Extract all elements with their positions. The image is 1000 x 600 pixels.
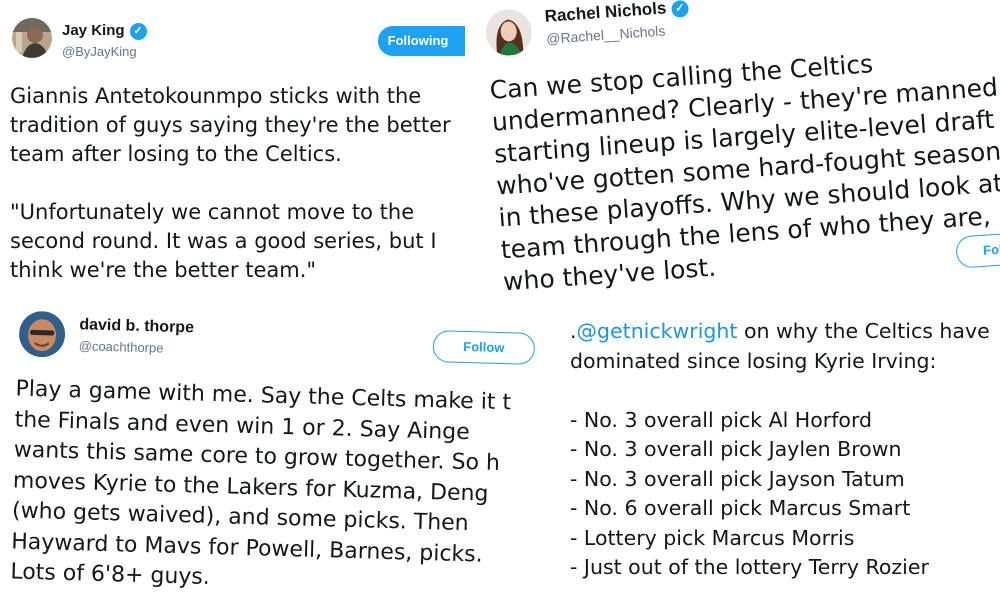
avatar-image (484, 7, 534, 57)
verified-badge-icon: ✓ (129, 23, 147, 40)
tweet-text: Can we stop calling the Celtics underman… (489, 38, 1000, 299)
tweet-jay-king: Jay King ✓ @ByJayKing Following Giannis A… (0, 0, 465, 300)
tweet-text: Giannis Antetokounmpo sticks with the tr… (10, 82, 451, 285)
tweet-line: Giannis Antetokounmpo sticks with the (10, 84, 422, 108)
tweet-line: "Unfortunately we cannot move to the (10, 200, 415, 224)
pick-line: - No. 3 overall pick Jaylen Brown (570, 437, 902, 461)
avatar[interactable] (12, 18, 52, 58)
pick-line: - No. 3 overall pick Jayson Tatum (570, 466, 905, 491)
tweet-line: tradition of guys saying they're the bet… (10, 113, 451, 137)
display-name[interactable]: Rachel Nichols ✓ (544, 0, 689, 27)
tweet-line: think we're the better team." (10, 258, 317, 282)
avatar[interactable] (18, 310, 66, 358)
follow-button[interactable]: Follow (432, 330, 536, 365)
display-name-text: Jay King (62, 22, 125, 39)
handle[interactable]: @coachthorpe (79, 338, 164, 355)
tweet-text: Play a game with me. Say the Celts make … (10, 374, 512, 600)
pick-line: - Lottery pick Marcus Morris (570, 525, 855, 550)
following-button[interactable]: Following (378, 26, 465, 56)
avatar[interactable] (484, 7, 534, 57)
tweet-nick-wright-quote: .@getnickwright on why the Celtics have … (560, 312, 1000, 600)
tweet-line: second round. It was a good series, but … (10, 229, 437, 253)
tweet-text: .@getnickwright on why the Celtics have … (570, 317, 990, 583)
verified-badge-icon: ✓ (670, 0, 689, 19)
tweet-line: dominated since losing Kyrie Irving: (570, 348, 937, 373)
tweet-rachel-nichols: Rachel Nichols ✓ @Rachel__Nichols Can we … (470, 0, 1000, 310)
tweet-david-thorpe: david b. thorpe @coachthorpe Follow Play… (0, 300, 555, 600)
avatar-image (12, 18, 52, 58)
tweet-line: team after losing to the Celtics. (10, 142, 342, 166)
tweet-line (10, 169, 451, 198)
display-name[interactable]: Jay King ✓ (62, 22, 147, 40)
text-rest: on why the Celtics have (737, 319, 990, 343)
handle[interactable]: @ByJayKing (62, 44, 137, 59)
avatar-image (18, 310, 66, 358)
handle[interactable]: @Rachel__Nichols (546, 23, 666, 47)
pick-line: - Just out of the lottery Terry Rozier (570, 555, 929, 579)
pick-line: - No. 6 overall pick Marcus Smart (570, 496, 911, 520)
mention-link[interactable]: @getnickwright (577, 319, 738, 343)
display-name[interactable]: david b. thorpe (79, 316, 194, 337)
tweet-line: .@getnickwright on why the Celtics have (570, 317, 990, 347)
display-name-text: Rachel Nichols (544, 0, 667, 26)
pick-line: - No. 3 overall pick Al Horford (570, 407, 873, 432)
